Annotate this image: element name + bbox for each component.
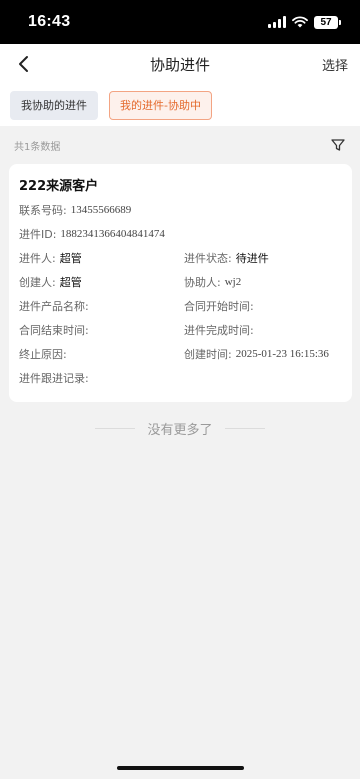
creator-value: 超管	[59, 276, 82, 289]
field-row-termination-created: 终止原因: 创建时间: 2025-01-23 16:15:36	[19, 342, 342, 366]
followup-label: 进件跟进记录:	[19, 372, 89, 385]
contract-end-label: 合同结束时间:	[19, 324, 89, 337]
result-count: 共1条数据	[14, 141, 61, 153]
signal-icon	[268, 16, 286, 28]
assistant-value: wj2	[224, 276, 242, 288]
status-time: 16:43	[28, 13, 71, 30]
nav-bar: 协助进件 选择	[0, 44, 360, 84]
field-row-id: 进件ID: 1882341366404841474	[19, 222, 342, 246]
battery-icon: 57	[314, 15, 341, 29]
complete-time-label: 进件完成时间:	[184, 324, 254, 337]
back-button[interactable]	[12, 52, 36, 76]
field-row-contract-end-complete: 合同结束时间: 进件完成时间:	[19, 318, 342, 342]
created-time-value: 2025-01-23 16:15:36	[235, 348, 329, 360]
record-title: 222来源客户	[19, 179, 99, 194]
owner-value: 超管	[59, 252, 82, 265]
no-more-indicator: 没有更多了	[0, 416, 360, 440]
divider-right	[224, 427, 265, 429]
tab-my-entries-assisting[interactable]: 我的进件-协助中	[109, 90, 212, 120]
creator-label: 创建人:	[19, 276, 56, 289]
id-label: 进件ID:	[19, 228, 57, 241]
id-value: 1882341366404841474	[60, 228, 165, 240]
filter-icon[interactable]	[330, 137, 346, 153]
divider-left	[95, 427, 136, 429]
field-row-creator-assistant: 创建人: 超管 协助人: wj2	[19, 270, 342, 294]
field-row-product-contract-start: 进件产品名称: 合同开始时间:	[19, 294, 342, 318]
record-card[interactable]: 222来源客户 联系号码: 13455566689 进件ID: 18823413…	[9, 164, 352, 402]
status-bar: 16:43 57	[0, 0, 360, 44]
status-label: 进件状态:	[184, 252, 232, 265]
field-row-owner-status: 进件人: 超管 进件状态: 待进件	[19, 246, 342, 270]
field-row-phone: 联系号码: 13455566689	[19, 198, 342, 222]
select-button[interactable]: 选择	[322, 55, 348, 74]
page-title: 协助进件	[149, 55, 210, 74]
battery-level: 57	[320, 16, 332, 28]
chevron-left-icon	[19, 56, 28, 72]
wifi-icon	[292, 16, 308, 28]
owner-label: 进件人:	[19, 252, 56, 265]
tab-my-assisted[interactable]: 我协助的进件	[10, 90, 98, 120]
termination-label: 终止原因:	[19, 348, 67, 361]
result-summary: 共1条数据	[0, 133, 360, 157]
status-value: 待进件	[235, 252, 269, 265]
tab-bar: 我协助的进件 我的进件-协助中	[0, 84, 360, 126]
home-indicator[interactable]	[117, 766, 244, 770]
contract-start-label: 合同开始时间:	[184, 300, 254, 313]
phone-value: 13455566689	[70, 204, 132, 216]
status-icons: 57	[268, 15, 341, 29]
field-row-followup: 进件跟进记录:	[19, 366, 342, 390]
created-time-label: 创建时间:	[184, 348, 232, 361]
product-label: 进件产品名称:	[19, 300, 89, 313]
assistant-label: 协助人:	[184, 276, 221, 289]
phone-label: 联系号码:	[19, 204, 67, 217]
no-more-text: 没有更多了	[147, 422, 213, 438]
